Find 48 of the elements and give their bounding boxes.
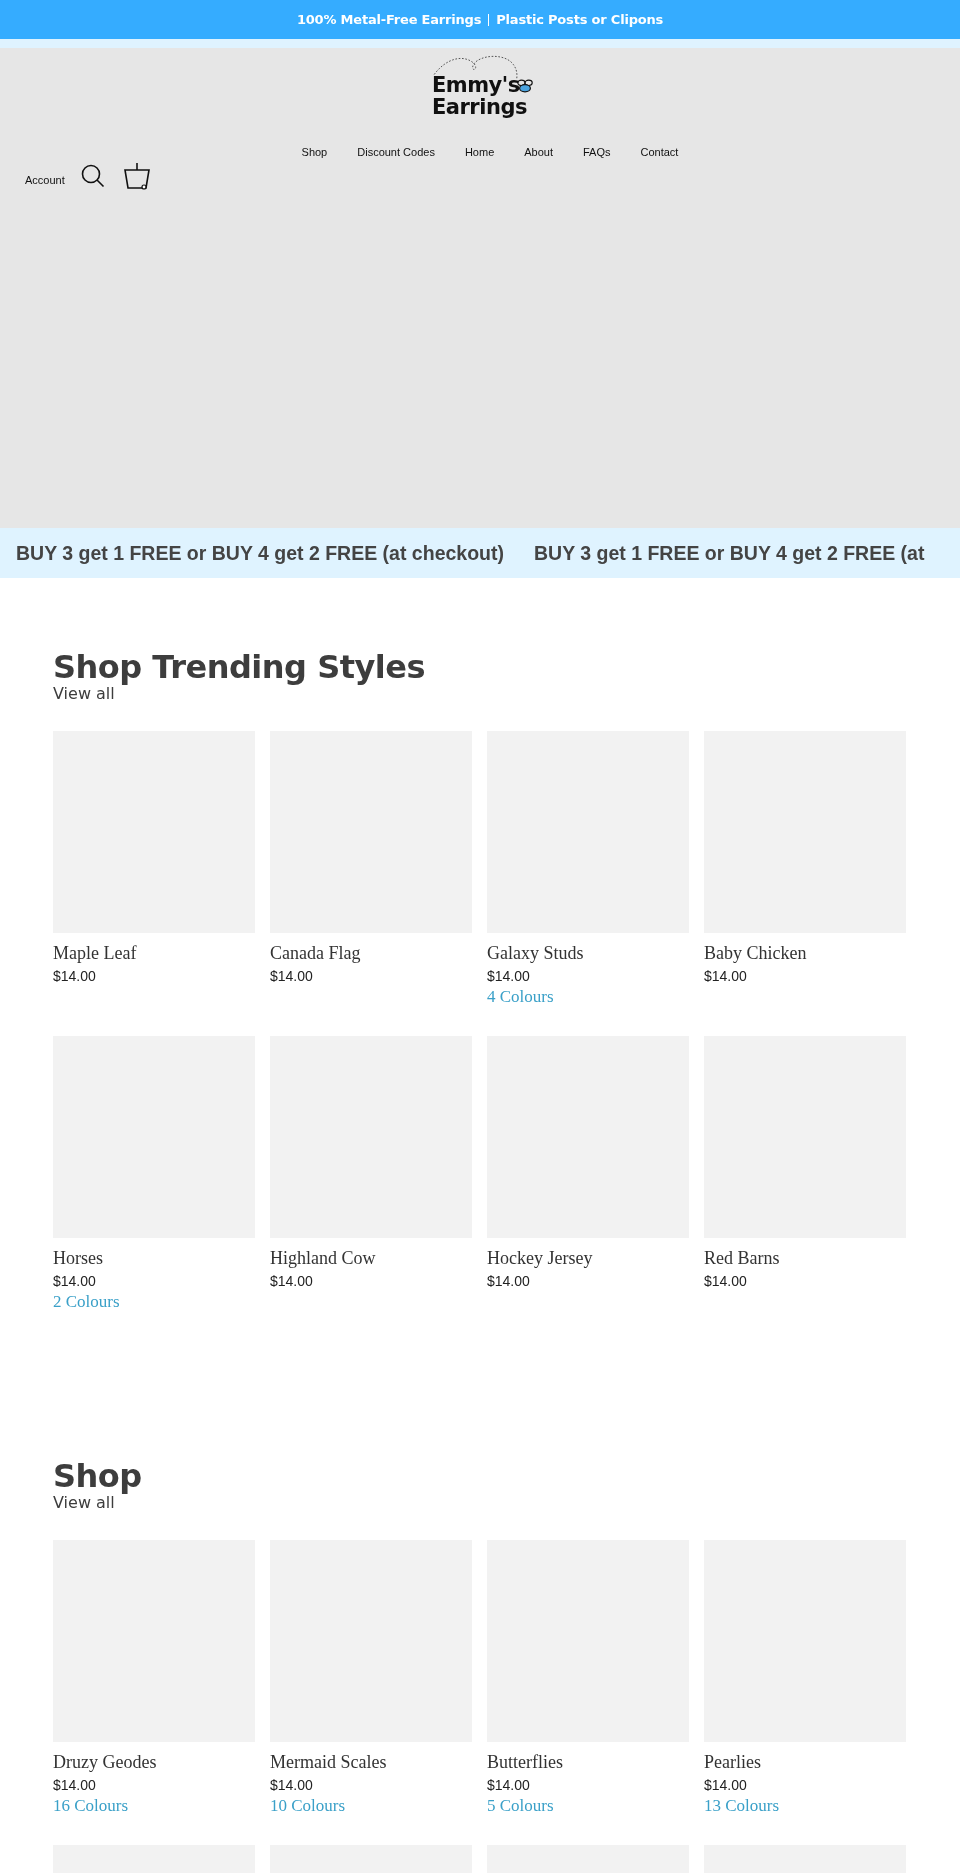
product-price: $14.00 [487, 1776, 530, 1795]
nav-link[interactable]: Shop [286, 146, 343, 158]
product-name[interactable]: Baby Chicken [704, 942, 807, 964]
nav-link[interactable]: About [509, 146, 568, 158]
view-all-link[interactable]: View all [53, 1493, 115, 1513]
product-name[interactable]: Pearlies [704, 1751, 761, 1773]
product-price: $14.00 [270, 1272, 313, 1291]
colour-count: 10 Colours [270, 1796, 346, 1815]
view-all-link[interactable]: View all [53, 684, 115, 704]
basket-icon[interactable] [122, 162, 151, 190]
search-icon[interactable] [80, 164, 105, 188]
product-price: $14.00 [704, 1776, 747, 1795]
nav-link[interactable]: FAQs [568, 146, 626, 158]
promo-text: BUY 3 get 1 FREE or BUY 4 get 2 FREE (at [534, 541, 925, 565]
announcement-text: Plastic Posts or Clipons [496, 12, 664, 27]
product-name[interactable]: Hockey Jersey [487, 1247, 593, 1269]
account-link[interactable]: Account [25, 174, 65, 186]
colour-count: 2 Colours [53, 1292, 120, 1311]
product-name[interactable]: Canada Flag [270, 942, 361, 964]
section-heading: Shop Trending Styles [53, 650, 427, 684]
product-price: $14.00 [487, 1272, 530, 1291]
product-name[interactable]: Mermaid Scales [270, 1751, 387, 1773]
product-price: $14.00 [53, 1776, 96, 1795]
colour-count: 13 Colours [704, 1796, 780, 1815]
colour-count: 5 Colours [487, 1796, 554, 1815]
product-name[interactable]: Butterflies [487, 1751, 563, 1773]
nav-link[interactable]: Contact [625, 146, 694, 158]
product-price: $14.00 [53, 1272, 96, 1291]
product-name[interactable]: Red Barns [704, 1247, 780, 1269]
product-name[interactable]: Druzy Geodes [53, 1751, 157, 1773]
product-name[interactable]: Galaxy Studs [487, 942, 584, 964]
section-heading: Shop [53, 1459, 143, 1493]
product-price: $14.00 [704, 967, 747, 986]
product-price: $14.00 [704, 1272, 747, 1291]
nav-link[interactable]: Home [449, 146, 510, 158]
announcement-text: 100% Metal-Free Earrings [296, 12, 482, 27]
product-price: $14.00 [270, 1776, 313, 1795]
product-price: $14.00 [487, 967, 530, 986]
product-price: $14.00 [53, 967, 96, 986]
promo-text: BUY 3 get 1 FREE or BUY 4 get 2 FREE (at checkout) [16, 541, 504, 565]
product-price: $14.00 [270, 967, 313, 986]
product-name[interactable]: Horses [53, 1247, 103, 1269]
nav-link[interactable]: Discount Codes [342, 146, 450, 158]
logo[interactable]: Emmy's Earrings [430, 64, 532, 118]
colour-count: 16 Colours [53, 1796, 129, 1815]
colour-count: 4 Colours [487, 987, 554, 1006]
product-name[interactable]: Highland Cow [270, 1247, 376, 1269]
product-name[interactable]: Maple Leaf [53, 942, 137, 964]
